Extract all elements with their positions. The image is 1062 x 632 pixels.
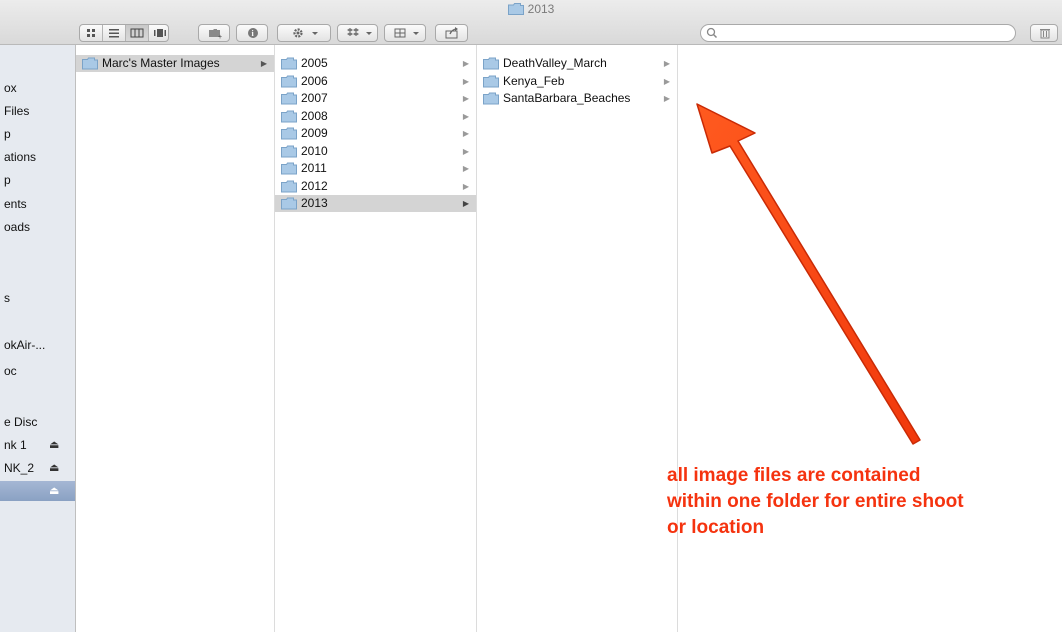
- annotation-line: or location: [667, 517, 765, 538]
- annotation-line: within one folder for entire shoot: [667, 491, 964, 512]
- annotation-line: all image files are contained: [667, 465, 921, 486]
- annotation-text: all image files are contained within one…: [667, 463, 1057, 541]
